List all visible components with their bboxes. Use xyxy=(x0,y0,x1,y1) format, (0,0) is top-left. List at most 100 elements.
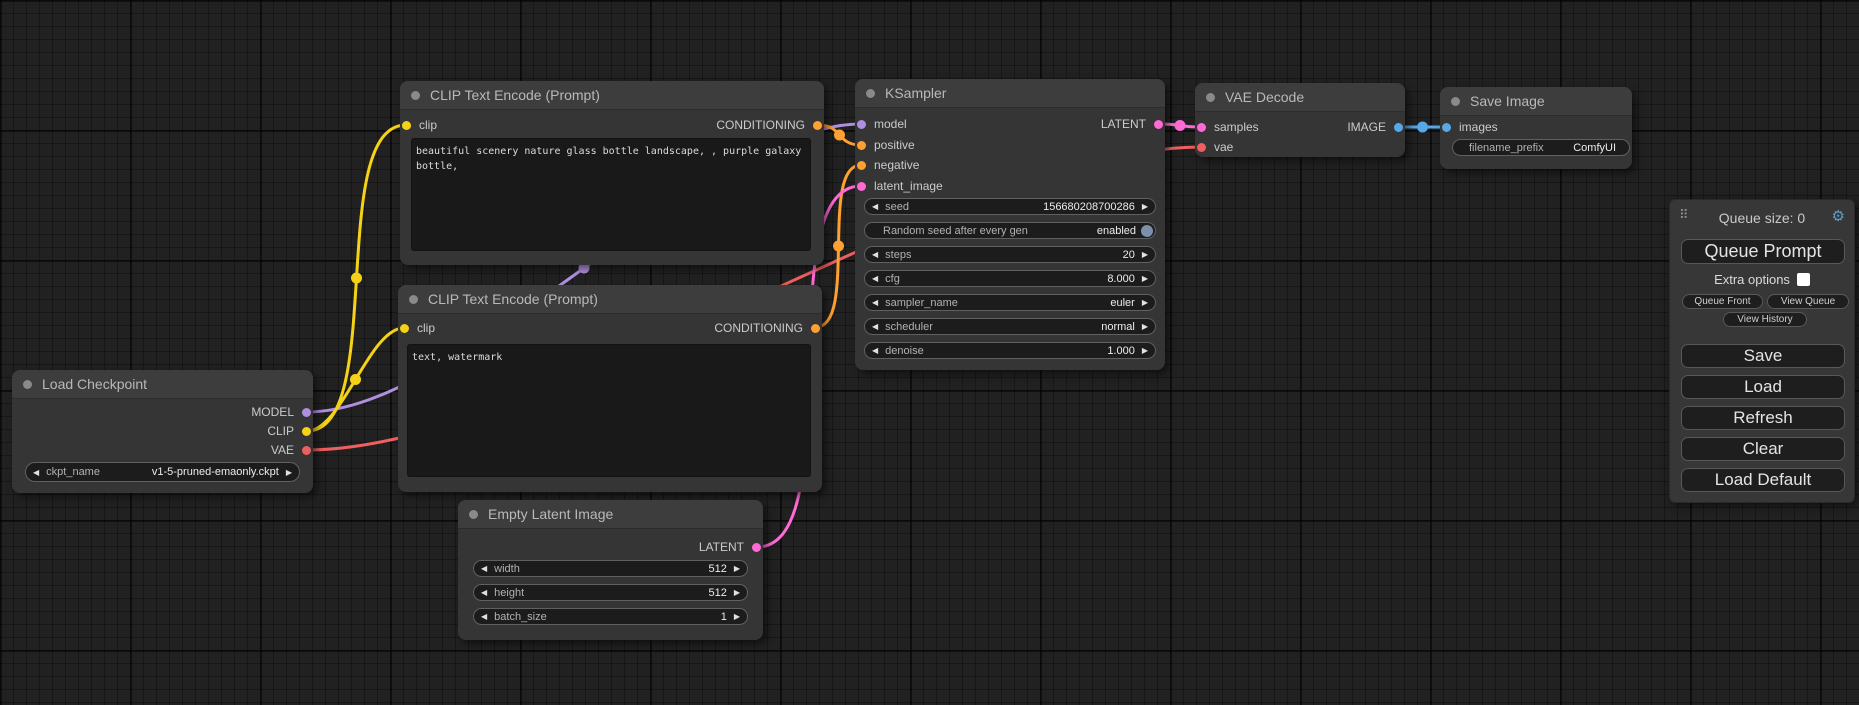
view-queue-button[interactable]: View Queue xyxy=(1767,294,1849,309)
input-slot-negative[interactable]: negative xyxy=(855,158,919,172)
decrement-arrow-icon[interactable]: ◀ xyxy=(474,588,494,597)
increment-arrow-icon[interactable]: ▶ xyxy=(1135,298,1155,307)
widget-filename-prefix[interactable]: filename_prefix ComfyUI xyxy=(1452,139,1630,156)
decrement-arrow-icon[interactable]: ◀ xyxy=(26,468,46,477)
node-vae-decode[interactable]: VAE Decode samples vae IMAGE xyxy=(1195,83,1405,157)
widget-random-seed[interactable]: Random seed after every gen enabled xyxy=(864,222,1156,239)
conditioning-slot-dot[interactable] xyxy=(857,161,866,170)
widget-ckpt-name[interactable]: ◀ ckpt_name v1-5-pruned-emaonly.ckpt ▶ xyxy=(25,462,300,482)
model-slot-dot[interactable] xyxy=(302,408,311,417)
input-slot-samples[interactable]: samples xyxy=(1195,120,1259,134)
collapse-dot-icon[interactable] xyxy=(866,89,875,98)
clip-slot-dot[interactable] xyxy=(302,427,311,436)
increment-arrow-icon[interactable]: ▶ xyxy=(727,612,747,621)
collapse-dot-icon[interactable] xyxy=(1451,97,1460,106)
widget-denoise[interactable]: ◀ denoise 1.000 ▶ xyxy=(864,342,1156,359)
clip-slot-dot[interactable] xyxy=(400,324,409,333)
collapse-dot-icon[interactable] xyxy=(1206,93,1215,102)
image-slot-dot[interactable] xyxy=(1442,123,1451,132)
node-save-image[interactable]: Save Image images filename_prefix ComfyU… xyxy=(1440,87,1632,169)
widget-height[interactable]: ◀ height 512 ▶ xyxy=(473,584,748,601)
node-load-checkpoint[interactable]: Load Checkpoint MODEL CLIP VAE ◀ ckpt_na… xyxy=(12,370,313,493)
clip-slot-dot[interactable] xyxy=(402,121,411,130)
decrement-arrow-icon[interactable]: ◀ xyxy=(865,298,885,307)
queue-front-button[interactable]: Queue Front xyxy=(1682,294,1763,309)
model-slot-dot[interactable] xyxy=(857,120,866,129)
load-button[interactable]: Load xyxy=(1681,375,1845,399)
widget-width[interactable]: ◀ width 512 ▶ xyxy=(473,560,748,577)
decrement-arrow-icon[interactable]: ◀ xyxy=(474,564,494,573)
latent-slot-dot[interactable] xyxy=(1154,120,1163,129)
prompt-textarea[interactable]: beautiful scenery nature glass bottle la… xyxy=(411,138,811,251)
node-titlebar[interactable]: KSampler xyxy=(855,79,1165,108)
collapse-dot-icon[interactable] xyxy=(409,295,418,304)
node-clip-text-encode-positive[interactable]: CLIP Text Encode (Prompt) clip CONDITION… xyxy=(400,81,824,265)
input-slot-model[interactable]: model xyxy=(855,117,907,131)
decrement-arrow-icon[interactable]: ◀ xyxy=(865,250,885,259)
latent-slot-dot[interactable] xyxy=(1197,123,1206,132)
widget-sampler-name[interactable]: ◀ sampler_name euler ▶ xyxy=(864,294,1156,311)
clear-button[interactable]: Clear xyxy=(1681,437,1845,461)
latent-slot-dot[interactable] xyxy=(752,543,761,552)
node-titlebar[interactable]: Load Checkpoint xyxy=(12,370,313,399)
increment-arrow-icon[interactable]: ▶ xyxy=(279,468,299,477)
node-titlebar[interactable]: CLIP Text Encode (Prompt) xyxy=(400,81,824,110)
conditioning-slot-dot[interactable] xyxy=(813,121,822,130)
load-default-button[interactable]: Load Default xyxy=(1681,468,1845,492)
output-slot-latent[interactable]: LATENT xyxy=(1101,117,1165,131)
node-titlebar[interactable]: CLIP Text Encode (Prompt) xyxy=(398,285,822,314)
node-graph-canvas[interactable]: Load Checkpoint MODEL CLIP VAE ◀ ckpt_na… xyxy=(0,0,1859,705)
view-history-button[interactable]: View History xyxy=(1723,312,1807,327)
input-slot-clip[interactable]: clip xyxy=(398,321,435,335)
increment-arrow-icon[interactable]: ▶ xyxy=(1135,250,1155,259)
node-titlebar[interactable]: Empty Latent Image xyxy=(458,500,763,529)
output-slot-image[interactable]: IMAGE xyxy=(1347,120,1405,134)
collapse-dot-icon[interactable] xyxy=(23,380,32,389)
output-slot-vae[interactable]: VAE xyxy=(271,443,313,457)
input-slot-vae[interactable]: vae xyxy=(1195,140,1233,154)
decrement-arrow-icon[interactable]: ◀ xyxy=(865,202,885,211)
node-titlebar[interactable]: Save Image xyxy=(1440,87,1632,116)
output-slot-clip[interactable]: CLIP xyxy=(267,424,313,438)
increment-arrow-icon[interactable]: ▶ xyxy=(727,564,747,573)
queue-prompt-button[interactable]: Queue Prompt xyxy=(1681,239,1845,264)
node-clip-text-encode-negative[interactable]: CLIP Text Encode (Prompt) clip CONDITION… xyxy=(398,285,822,492)
node-empty-latent-image[interactable]: Empty Latent Image LATENT ◀ width 512 ▶ … xyxy=(458,500,763,640)
extra-options-checkbox[interactable] xyxy=(1797,273,1810,286)
save-button[interactable]: Save xyxy=(1681,344,1845,368)
decrement-arrow-icon[interactable]: ◀ xyxy=(865,322,885,331)
conditioning-slot-dot[interactable] xyxy=(857,141,866,150)
input-slot-positive[interactable]: positive xyxy=(855,138,915,152)
vae-slot-dot[interactable] xyxy=(1197,143,1206,152)
input-slot-latent-image[interactable]: latent_image xyxy=(855,179,943,193)
output-slot-conditioning[interactable]: CONDITIONING xyxy=(716,118,824,132)
latent-slot-dot[interactable] xyxy=(857,182,866,191)
increment-arrow-icon[interactable]: ▶ xyxy=(1135,202,1155,211)
widget-seed[interactable]: ◀ seed 156680208700286 ▶ xyxy=(864,198,1156,215)
prompt-textarea[interactable]: text, watermark xyxy=(407,344,811,477)
toggle-icon[interactable] xyxy=(1141,225,1153,237)
input-slot-clip[interactable]: clip xyxy=(400,118,437,132)
collapse-dot-icon[interactable] xyxy=(411,91,420,100)
widget-scheduler[interactable]: ◀ scheduler normal ▶ xyxy=(864,318,1156,335)
input-slot-images[interactable]: images xyxy=(1440,120,1498,134)
increment-arrow-icon[interactable]: ▶ xyxy=(727,588,747,597)
widget-cfg[interactable]: ◀ cfg 8.000 ▶ xyxy=(864,270,1156,287)
increment-arrow-icon[interactable]: ▶ xyxy=(1135,274,1155,283)
image-slot-dot[interactable] xyxy=(1394,123,1403,132)
increment-arrow-icon[interactable]: ▶ xyxy=(1135,346,1155,355)
decrement-arrow-icon[interactable]: ◀ xyxy=(865,346,885,355)
output-slot-model[interactable]: MODEL xyxy=(251,405,313,419)
decrement-arrow-icon[interactable]: ◀ xyxy=(865,274,885,283)
vae-slot-dot[interactable] xyxy=(302,446,311,455)
output-slot-latent[interactable]: LATENT xyxy=(699,540,763,554)
decrement-arrow-icon[interactable]: ◀ xyxy=(474,612,494,621)
widget-steps[interactable]: ◀ steps 20 ▶ xyxy=(864,246,1156,263)
widget-batch-size[interactable]: ◀ batch_size 1 ▶ xyxy=(473,608,748,625)
increment-arrow-icon[interactable]: ▶ xyxy=(1135,322,1155,331)
refresh-button[interactable]: Refresh xyxy=(1681,406,1845,430)
collapse-dot-icon[interactable] xyxy=(469,510,478,519)
output-slot-conditioning[interactable]: CONDITIONING xyxy=(714,321,822,335)
gear-icon[interactable]: ⚙ xyxy=(1832,207,1845,225)
node-titlebar[interactable]: VAE Decode xyxy=(1195,83,1405,112)
